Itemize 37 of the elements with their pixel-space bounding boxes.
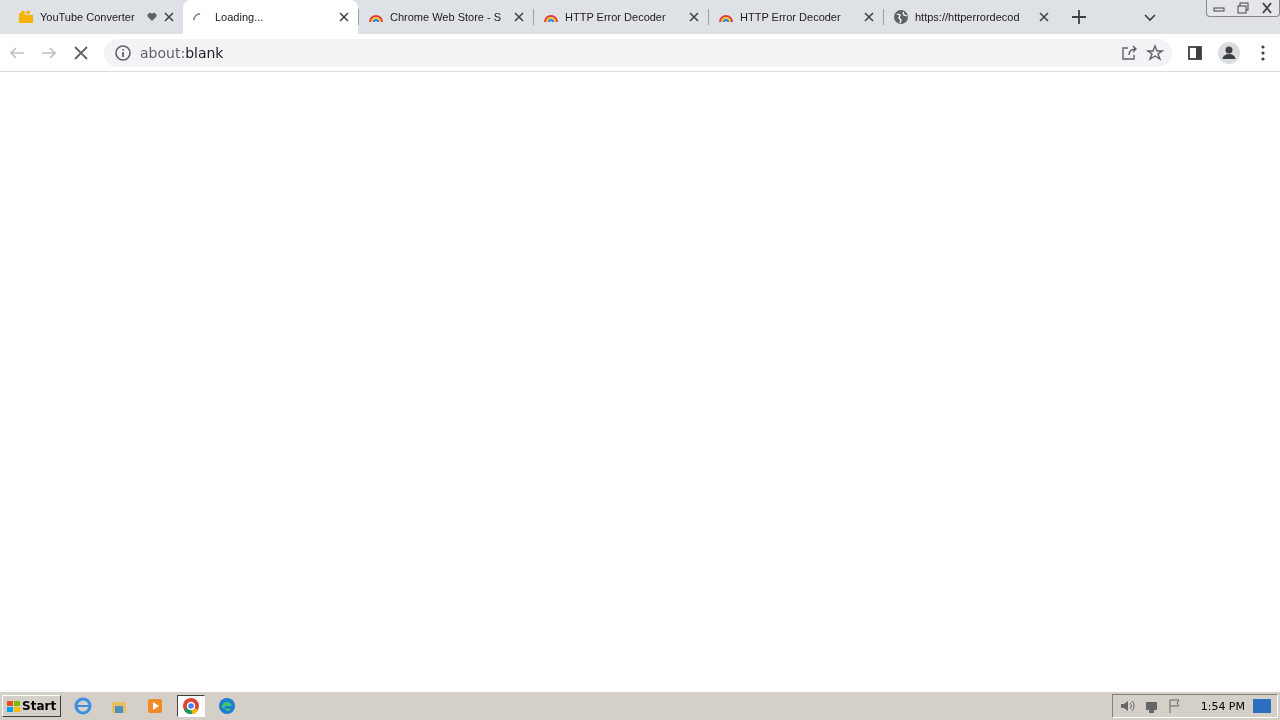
browser-tab[interactable]: YouTube Converter [8, 0, 183, 34]
spinner-icon [193, 13, 201, 21]
chevron-icon[interactable] [1144, 11, 1156, 23]
side-panel-icon[interactable] [1186, 43, 1204, 62]
globe-icon [893, 9, 909, 25]
browser-tab[interactable]: https://httperrordecod [883, 0, 1058, 34]
close-icon[interactable] [863, 11, 875, 23]
stop-icon[interactable] [72, 43, 90, 62]
play-icon [148, 699, 163, 713]
browser-tab[interactable]: Chrome Web Store - S [358, 0, 533, 34]
chrome-icon [183, 698, 200, 715]
close-icon[interactable] [513, 11, 525, 23]
start-button[interactable]: Start [2, 695, 62, 717]
heart-icon [147, 12, 157, 22]
speaker-icon[interactable] [1118, 698, 1135, 714]
flag-icon[interactable] [1166, 698, 1183, 714]
browser-tab[interactable]: HTTP Error Decoder [708, 0, 883, 34]
browser-tab[interactable]: Loading... [183, 0, 358, 34]
browser-tab[interactable]: HTTP Error Decoder [533, 0, 708, 34]
close-icon[interactable] [688, 11, 700, 23]
folder-icon [18, 9, 34, 25]
close-icon[interactable] [163, 11, 175, 23]
url-text: about:blank [140, 44, 225, 61]
new-tab-icon[interactable] [1072, 10, 1086, 24]
clock-text[interactable]: 1:54 PM [1200, 699, 1245, 713]
folder-icon [112, 702, 127, 713]
edge-icon [219, 698, 236, 714]
windows-logo-icon [7, 700, 20, 712]
profile-icon[interactable] [1218, 41, 1240, 64]
address-bar[interactable]: about:blank [104, 38, 1172, 67]
close-icon[interactable] [338, 11, 350, 23]
star-icon[interactable] [1146, 43, 1164, 62]
close-icon[interactable] [1038, 11, 1050, 23]
taskbar-app[interactable] [177, 695, 206, 717]
browser-e-icon [74, 697, 92, 715]
info-icon[interactable] [114, 43, 132, 62]
share-icon[interactable] [1120, 43, 1138, 62]
